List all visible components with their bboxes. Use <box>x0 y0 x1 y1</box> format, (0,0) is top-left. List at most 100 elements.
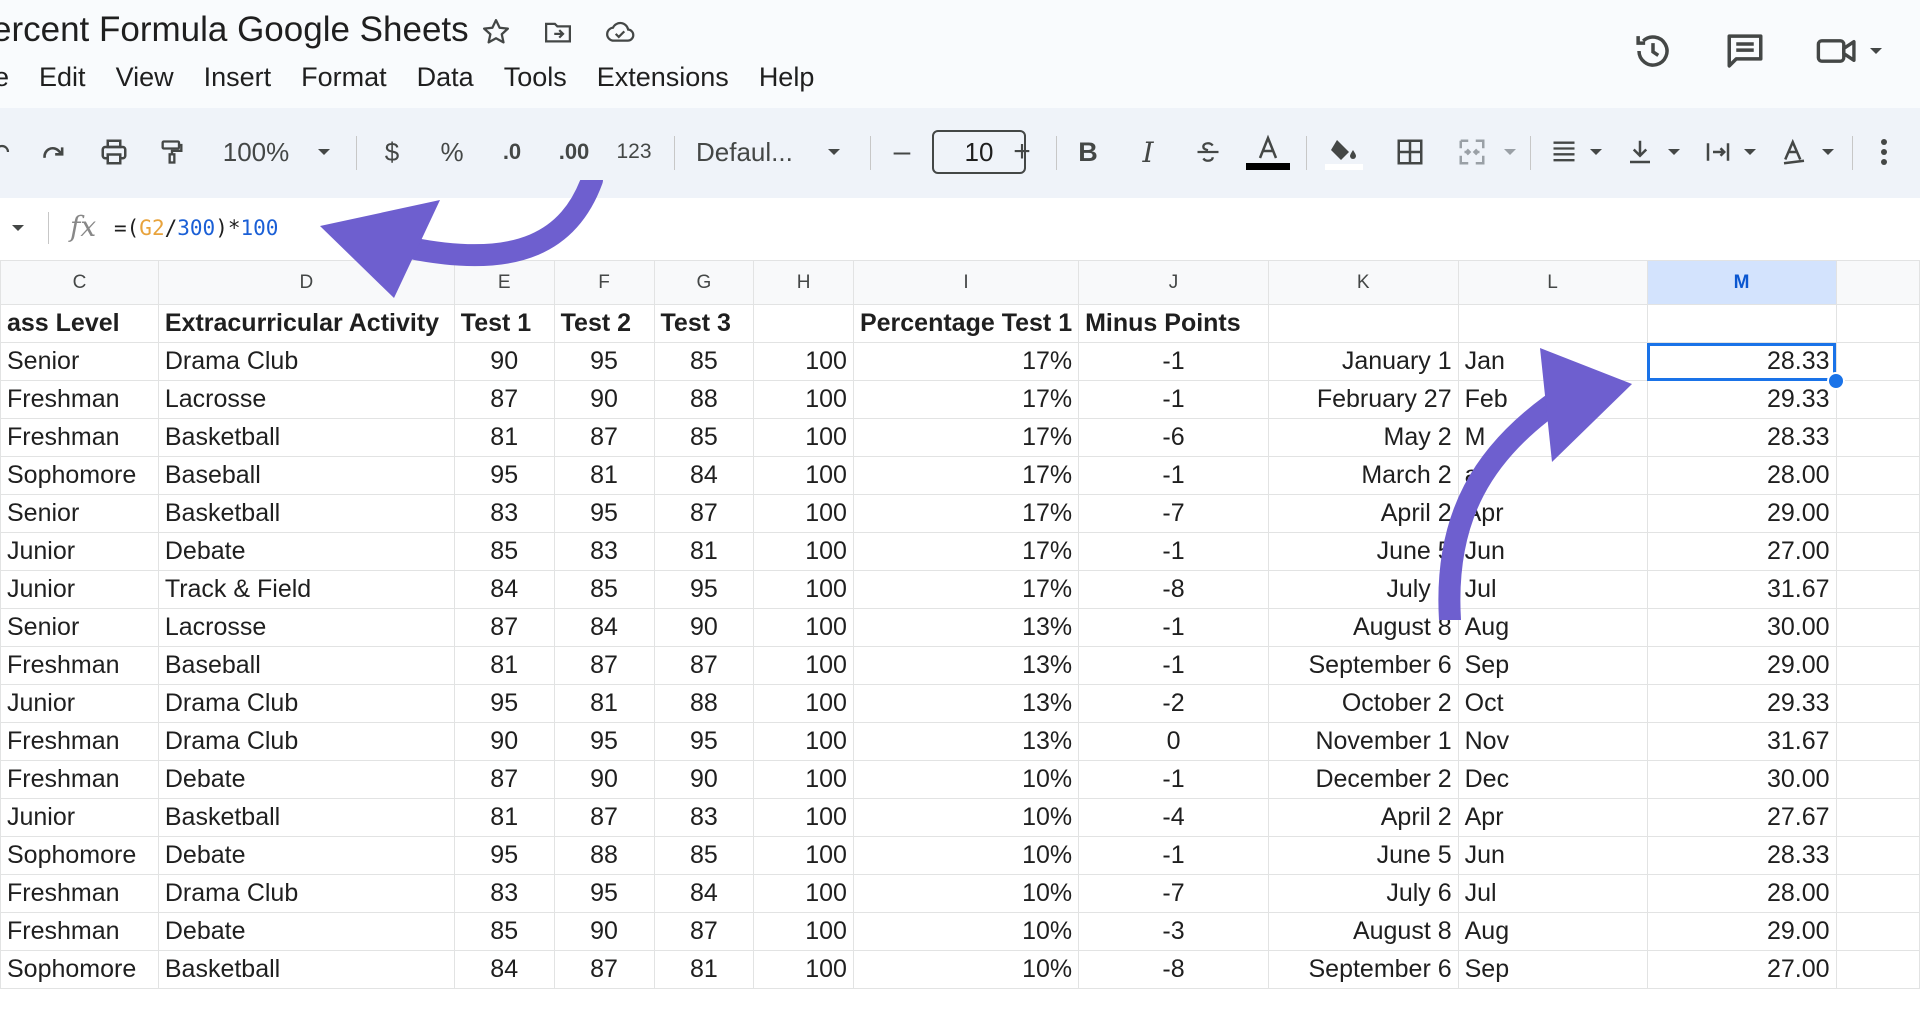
column-header-j[interactable]: J <box>1078 260 1269 305</box>
cell[interactable]: Jun <box>1457 836 1648 875</box>
cell[interactable]: 84 <box>453 950 555 989</box>
cell[interactable]: 95 <box>553 342 655 381</box>
menu-view[interactable]: View <box>116 62 174 93</box>
cell[interactable]: 83 <box>453 494 555 533</box>
cell[interactable]: 87 <box>653 494 755 533</box>
cell[interactable]: Dec <box>1457 760 1648 799</box>
header-cell[interactable]: Test 2 <box>553 304 655 343</box>
cell[interactable]: December 2 <box>1267 760 1459 799</box>
cell[interactable]: 100 <box>753 912 854 951</box>
cell[interactable]: 81 <box>553 456 655 495</box>
version-history-icon[interactable] <box>1630 28 1676 74</box>
font-family-select[interactable]: Defaul... <box>696 128 816 176</box>
menu-format[interactable]: Format <box>301 62 387 93</box>
cell[interactable]: February 27 <box>1267 380 1459 419</box>
cell[interactable]: 88 <box>553 836 655 875</box>
undo-icon[interactable] <box>0 128 12 176</box>
header-cell[interactable] <box>753 304 854 343</box>
cell[interactable]: 27.67 <box>1646 798 1837 837</box>
header-cell[interactable] <box>1646 304 1837 343</box>
cell[interactable]: -1 <box>1078 342 1269 381</box>
cell[interactable]: 29.00 <box>1646 646 1837 685</box>
cell[interactable]: Drama Club <box>157 684 455 723</box>
empty-cell[interactable] <box>1835 570 1920 609</box>
horizontal-align-icon[interactable] <box>1546 128 1582 176</box>
cell[interactable]: 17% <box>852 380 1080 419</box>
cell[interactable]: 88 <box>653 684 755 723</box>
cell[interactable]: 100 <box>753 608 854 647</box>
cell[interactable]: 31.67 <box>1646 570 1837 609</box>
menu-data[interactable]: Data <box>417 62 474 93</box>
meet-dropdown-chevron-icon[interactable] <box>1866 28 1886 74</box>
column-header-n[interactable] <box>1835 260 1920 305</box>
cell[interactable]: Freshman <box>0 418 159 457</box>
empty-cell[interactable] <box>1835 836 1920 875</box>
cell[interactable]: 87 <box>453 608 555 647</box>
merge-cells-icon[interactable] <box>1452 128 1492 176</box>
empty-cell[interactable] <box>1835 456 1920 495</box>
cell[interactable]: -2 <box>1078 684 1269 723</box>
cell[interactable]: Basketball <box>157 418 455 457</box>
cell[interactable]: September 6 <box>1267 646 1459 685</box>
more-vert-icon[interactable] <box>1874 128 1894 176</box>
header-cell[interactable]: Percentage Test 1 <box>852 304 1080 343</box>
fill-handle[interactable] <box>1827 371 1846 390</box>
cell[interactable]: 17% <box>852 570 1080 609</box>
cell[interactable]: Oct <box>1457 684 1648 723</box>
cell[interactable]: 81 <box>453 798 555 837</box>
text-rotation-icon[interactable] <box>1776 128 1812 176</box>
cell[interactable]: 27.00 <box>1646 950 1837 989</box>
cell[interactable]: 10% <box>852 874 1080 913</box>
menu-file[interactable]: e <box>0 62 9 93</box>
cell[interactable]: 28.33 <box>1646 418 1837 457</box>
cell[interactable]: -1 <box>1078 608 1269 647</box>
cell[interactable]: Jul <box>1457 874 1648 913</box>
cell[interactable]: -1 <box>1078 380 1269 419</box>
column-header-k[interactable]: K <box>1267 260 1459 305</box>
cell[interactable]: 100 <box>753 760 854 799</box>
cell[interactable]: 83 <box>653 798 755 837</box>
text-wrapping-chevron-icon[interactable] <box>1740 128 1760 176</box>
cell[interactable]: Jun <box>1457 532 1648 571</box>
cell[interactable]: 29.00 <box>1646 912 1837 951</box>
cell[interactable]: 13% <box>852 722 1080 761</box>
cell[interactable]: Basketball <box>157 950 455 989</box>
cell[interactable]: -1 <box>1078 646 1269 685</box>
empty-cell[interactable] <box>1835 760 1920 799</box>
cell[interactable]: Freshman <box>0 912 159 951</box>
cell[interactable]: June 5 <box>1267 836 1459 875</box>
cell[interactable]: Sophomore <box>0 950 159 989</box>
column-header-f[interactable]: F <box>553 260 655 305</box>
empty-cell[interactable] <box>1835 532 1920 571</box>
cell[interactable]: 85 <box>553 570 655 609</box>
cell[interactable]: 17% <box>852 418 1080 457</box>
vertical-align-chevron-icon[interactable] <box>1664 128 1684 176</box>
cell[interactable]: Jan <box>1457 342 1648 381</box>
cell[interactable]: Debate <box>157 532 455 571</box>
merge-chevron-icon[interactable] <box>1500 128 1520 176</box>
cell[interactable]: 95 <box>453 836 555 875</box>
cell[interactable]: 10% <box>852 950 1080 989</box>
header-cell[interactable]: Test 3 <box>653 304 755 343</box>
cell[interactable]: Apr <box>1457 798 1648 837</box>
cell[interactable]: 90 <box>553 912 655 951</box>
cell[interactable]: 81 <box>653 532 755 571</box>
cell[interactable]: Drama Club <box>157 874 455 913</box>
menu-tools[interactable]: Tools <box>504 62 567 93</box>
cell[interactable]: 10% <box>852 760 1080 799</box>
cell[interactable]: 17% <box>852 494 1080 533</box>
header-cell[interactable]: Test 1 <box>453 304 555 343</box>
cell[interactable]: 30.00 <box>1646 760 1837 799</box>
cell[interactable]: 95 <box>653 722 755 761</box>
cell[interactable]: 100 <box>753 418 854 457</box>
column-header-e[interactable]: E <box>453 260 555 305</box>
cell[interactable]: -1 <box>1078 456 1269 495</box>
cell[interactable]: 100 <box>753 836 854 875</box>
cell[interactable]: 95 <box>553 722 655 761</box>
cell[interactable]: August 8 <box>1267 608 1459 647</box>
zoom-chevron-icon[interactable] <box>312 128 336 176</box>
cell[interactable]: 10% <box>852 836 1080 875</box>
zoom-select[interactable]: 100% <box>216 128 296 176</box>
cell[interactable]: 100 <box>753 494 854 533</box>
cell[interactable]: 13% <box>852 684 1080 723</box>
